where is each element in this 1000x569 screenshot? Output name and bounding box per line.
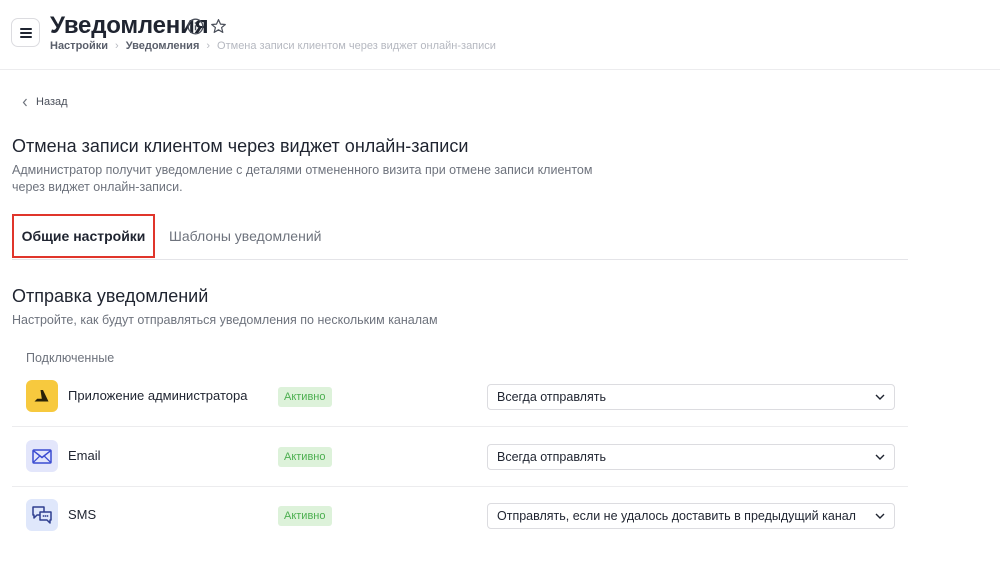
chevron-down-icon (875, 454, 885, 460)
breadcrumb-current: Отмена записи клиентом через виджет онла… (217, 40, 496, 52)
send-mode-value: Отправлять, если не удалось доставить в … (497, 509, 856, 523)
page-header: Уведомления Настройки › Уведомления › От… (0, 0, 1000, 70)
send-mode-select[interactable]: Всегда отправлять (487, 444, 895, 470)
send-mode-select[interactable]: Всегда отправлять (487, 384, 895, 410)
sending-title: Отправка уведомлений (12, 286, 209, 306)
channel-name: Email (68, 448, 101, 463)
connected-label: Подключенные (26, 351, 115, 365)
admin-app-icon (26, 380, 58, 412)
breadcrumb-notifications[interactable]: Уведомления (126, 40, 200, 52)
star-icon[interactable] (210, 18, 227, 35)
info-icon[interactable] (187, 18, 204, 35)
chevron-left-icon (22, 98, 27, 106)
channel-row-admin-app: Приложение администратора Активно Всегда… (12, 367, 908, 427)
channel-row-email: Email Активно Всегда отправлять (12, 427, 908, 487)
status-badge: Активно (278, 506, 332, 526)
send-mode-value: Всегда отправлять (497, 450, 606, 464)
status-badge: Активно (278, 387, 332, 407)
back-link-label: Назад (36, 96, 68, 108)
hamburger-icon (19, 27, 32, 38)
send-mode-select[interactable]: Отправлять, если не удалось доставить в … (487, 503, 895, 529)
section-description: Администратор получит уведомление с дета… (12, 163, 593, 194)
breadcrumb: Настройки › Уведомления › Отмена записи … (50, 40, 496, 52)
status-badge: Активно (278, 447, 332, 467)
chevron-right-icon: › (115, 40, 119, 52)
chevron-down-icon (875, 513, 885, 519)
page-title: Уведомления (50, 12, 209, 39)
channel-row-sms: SMS Активно Отправлять, если не удалось … (12, 486, 908, 546)
envelope-icon (26, 440, 58, 472)
tab-general-settings[interactable]: Общие настройки (12, 214, 155, 258)
back-link[interactable]: Назад (22, 96, 68, 108)
chat-bubbles-icon (26, 499, 58, 531)
chevron-right-icon: › (206, 40, 211, 52)
tab-notification-templates[interactable]: Шаблоны уведомлений (169, 214, 321, 258)
section-title: Отмена записи клиентом через виджет онла… (12, 136, 469, 156)
send-mode-value: Всегда отправлять (497, 390, 606, 404)
chevron-down-icon (875, 394, 885, 400)
channel-name: SMS (68, 507, 97, 522)
channel-name: Приложение администратора (68, 388, 248, 403)
breadcrumb-settings[interactable]: Настройки (50, 40, 108, 52)
tab-bar: Общие настройки Шаблоны уведомлений (12, 214, 908, 260)
menu-button[interactable] (11, 18, 40, 47)
sending-description: Настройте, как будут отправляться уведом… (12, 313, 438, 327)
